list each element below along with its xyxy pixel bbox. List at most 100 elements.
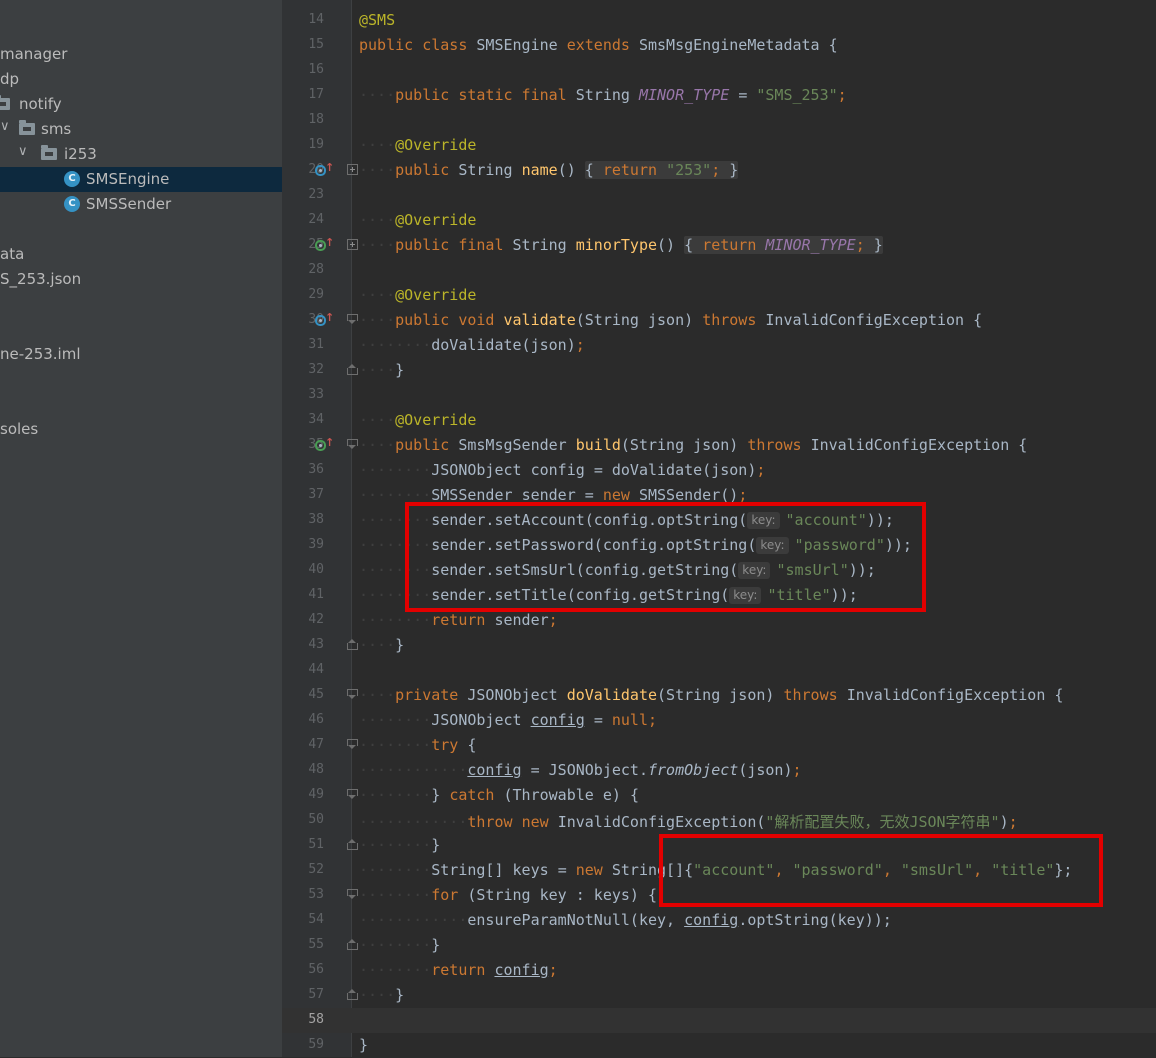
code-text[interactable]: ····public SmsMsgSender build(String jso… [359, 436, 1027, 454]
token: JSONObject [431, 461, 522, 479]
collapse-fold-icon[interactable] [347, 364, 358, 375]
code-text[interactable]: ····@Override [359, 286, 476, 304]
token: { [684, 236, 694, 254]
code-line: 42 ········return sender; [282, 608, 1156, 633]
expand-fold-icon[interactable] [347, 164, 358, 175]
token: { [584, 161, 594, 179]
code-text[interactable]: ········sender.setTitle(config.getString… [359, 586, 858, 604]
collapse-fold-icon[interactable] [347, 739, 358, 750]
code-text[interactable]: ········for (String key : keys) { [359, 886, 657, 904]
token: } [359, 1036, 369, 1054]
tree-item-manager[interactable]: manager [0, 42, 282, 67]
overrides-method-icon[interactable]: ↑ [315, 311, 334, 326]
collapse-fold-icon[interactable] [347, 789, 358, 800]
whitespace-marker: ···· [359, 686, 396, 704]
line-number: 17 [308, 87, 324, 102]
code-text[interactable]: ········try { [359, 736, 476, 754]
tree-item-sms253-json[interactable]: S_253.json [0, 267, 282, 292]
code-text[interactable]: ····@Override [359, 136, 476, 154]
code-text[interactable]: @SMS [359, 11, 395, 29]
collapse-fold-icon[interactable] [347, 314, 358, 325]
collapse-fold-icon[interactable] [347, 439, 358, 450]
tree-item-smssender[interactable]: C SMSSender [0, 192, 282, 217]
code-line-current: 58 [282, 1008, 1156, 1033]
code-text[interactable]: ············config = JSONObject.fromObje… [359, 761, 802, 779]
code-text[interactable]: } [359, 1036, 368, 1054]
collapse-fold-icon[interactable] [347, 689, 358, 700]
code-text[interactable]: public class SMSEngine extends SmsMsgEng… [359, 36, 838, 54]
code-text[interactable]: ····@Override [359, 211, 476, 229]
whitespace-marker: ········ [359, 611, 432, 629]
code-text[interactable]: ····@Override [359, 411, 476, 429]
tree-item-sms[interactable]: ∨ sms [0, 117, 282, 142]
chevron-down-icon[interactable]: ∨ [18, 144, 28, 159]
tree-item-data[interactable]: ata [0, 242, 282, 267]
implements-method-icon[interactable]: ↑ [315, 436, 334, 451]
folded-code-region[interactable]: { return MINOR_TYPE; } [684, 236, 883, 254]
code-text[interactable]: ········} [359, 836, 440, 854]
code-text[interactable]: ········sender.setAccount(config.optStri… [359, 511, 894, 529]
code-line: 51 ········} [282, 833, 1156, 858]
collapse-fold-icon[interactable] [347, 639, 358, 650]
tree-item-label: i253 [64, 145, 97, 163]
token: SMSEngine [476, 36, 558, 54]
collapse-fold-icon[interactable] [347, 889, 358, 900]
code-text[interactable]: ····private JSONObject doValidate(String… [359, 686, 1063, 704]
implements-method-icon[interactable]: ↑ [315, 236, 334, 251]
token: { [629, 786, 639, 804]
token: InvalidConfigException( [557, 813, 766, 831]
token: (String json) [575, 311, 694, 329]
tree-item-label: ata [0, 245, 25, 263]
line-number: 38 [308, 512, 324, 527]
collapse-fold-icon[interactable] [347, 939, 358, 950]
collapse-fold-icon[interactable] [347, 839, 358, 850]
code-text[interactable]: ····} [359, 361, 404, 379]
token: minorType [575, 236, 658, 254]
expand-fold-icon[interactable] [347, 239, 358, 250]
code-text[interactable]: ····public void validate(String json) th… [359, 311, 982, 329]
code-text[interactable]: ········sender.setSmsUrl(config.getStrin… [359, 561, 876, 579]
code-text[interactable]: ········doValidate(json); [359, 336, 585, 354]
folded-code-region[interactable]: { return "253"; } [584, 161, 739, 179]
code-text[interactable]: ········sender.setPassword(config.optStr… [359, 536, 912, 554]
code-text[interactable]: ········JSONObject config = doValidate(j… [359, 461, 765, 479]
code-text[interactable]: ········String[] keys = new String[]{"ac… [359, 861, 1072, 879]
code-text[interactable]: ····public final String minorType() { re… [359, 236, 883, 254]
tree-item-i253[interactable]: ∨ i253 [0, 142, 282, 167]
code-text[interactable]: ····} [359, 986, 404, 1004]
code-text[interactable]: ········SMSSender sender = new SMSSender… [359, 486, 747, 504]
tree-item-consoles[interactable]: soles [0, 417, 282, 442]
token: build [575, 436, 621, 454]
tree-item-smsengine[interactable]: C SMSEngine [0, 167, 282, 192]
overrides-method-icon[interactable]: ↑ [315, 161, 334, 176]
collapse-fold-icon[interactable] [347, 989, 358, 1000]
token: ; [756, 461, 766, 479]
token: public [395, 161, 450, 179]
token: MINOR_TYPE [638, 86, 730, 104]
tree-item-notify[interactable]: notify [0, 92, 282, 117]
chevron-down-icon[interactable]: ∨ [0, 119, 10, 134]
tree-item-dp[interactable]: dp [0, 67, 282, 92]
code-text[interactable]: ········return config; [359, 961, 558, 979]
token: InvalidConfigException [846, 686, 1046, 704]
token: , [973, 861, 983, 879]
code-text[interactable]: ········JSONObject config = null; [359, 711, 657, 729]
line-number: 44 [308, 662, 324, 677]
token: (String json) [620, 436, 739, 454]
code-text[interactable]: ········} [359, 936, 440, 954]
code-text[interactable]: ····public String name() { return "253";… [359, 161, 739, 179]
code-text[interactable]: ····} [359, 636, 404, 654]
code-text[interactable]: ········} catch (Throwable e) { [359, 786, 639, 804]
code-text[interactable]: ············throw new InvalidConfigExcep… [359, 811, 1018, 832]
code-text[interactable]: ········return sender; [359, 611, 558, 629]
token: @Override [395, 211, 477, 229]
code-text[interactable]: ············ensureParamNotNull(key, conf… [359, 911, 892, 929]
token: @Override [395, 286, 477, 304]
code-line: 29 ····@Override [282, 283, 1156, 308]
token: for [431, 886, 459, 904]
token: InvalidConfigException [810, 436, 1010, 454]
code-line: 45 ····private JSONObject doValidate(Str… [282, 683, 1156, 708]
code-text[interactable]: ····public static final String MINOR_TYP… [359, 86, 847, 104]
line-number: 54 [308, 912, 324, 927]
tree-item-iml[interactable]: ne-253.iml [0, 342, 282, 367]
